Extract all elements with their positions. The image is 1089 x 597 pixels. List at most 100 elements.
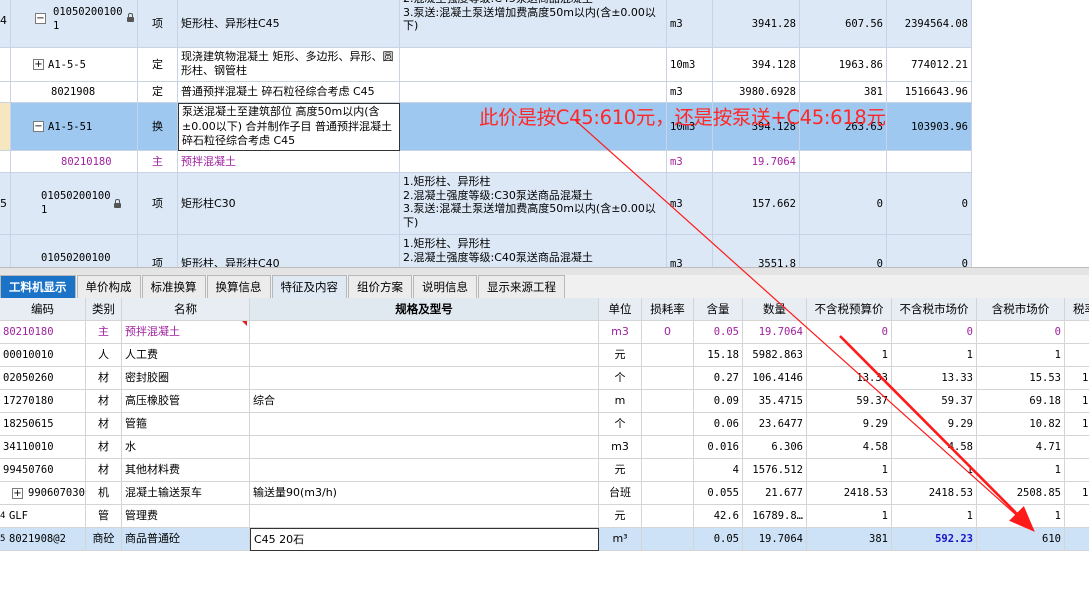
table-row[interactable]: 34110010材水m30.0166.3064.584.584.712. bbox=[0, 436, 1089, 459]
row-unit: m3 bbox=[667, 82, 713, 103]
lock-icon bbox=[127, 13, 134, 22]
cell-content: 0.05 bbox=[694, 321, 743, 344]
col-market-price[interactable]: 不含税市场价 bbox=[892, 298, 977, 321]
cell-p2: 9.29 bbox=[892, 413, 977, 436]
table-row[interactable]: 4 − 010502001001 项 矩形柱、异形柱C45 2.混凝土强度等级:… bbox=[0, 0, 972, 48]
cell-p3: 610 bbox=[977, 528, 1065, 551]
table-row[interactable]: 18250615材管箍个0.0623.64779.299.2910.8216. bbox=[0, 413, 1089, 436]
row-name: 矩形柱、异形柱C45 bbox=[178, 0, 400, 48]
col-content[interactable]: 含量 bbox=[694, 298, 743, 321]
cell-p3: 0 bbox=[977, 321, 1065, 344]
cell-cat: 材 bbox=[86, 367, 122, 390]
col-tax-rate[interactable]: 税率 bbox=[1065, 298, 1089, 321]
table-row[interactable]: 02050260 材密封胶圈个 0.27 106.4146 13.33 13.33 15.5… bbox=[0, 367, 1089, 390]
table-row[interactable]: 80210180主预拌混凝土m300.0519.70640002. bbox=[0, 321, 1089, 344]
tab-unit-price[interactable]: 单价构成 bbox=[76, 275, 141, 298]
col-unit[interactable]: 单位 bbox=[599, 298, 642, 321]
tab-materials[interactable]: 工料机显示 bbox=[0, 275, 76, 298]
col-qty[interactable]: 数量 bbox=[743, 298, 807, 321]
cell-name: 人工费 bbox=[122, 344, 250, 367]
cell-unit: 元 bbox=[599, 505, 642, 528]
row-type: 项 bbox=[138, 235, 178, 267]
cell-spec[interactable]: 输送量90(m3/h) bbox=[250, 482, 599, 505]
cell-p1: 9.29 bbox=[807, 413, 892, 436]
table-row[interactable]: 5 010502001001 项 矩形柱C30 1.矩形柱、异形柱 2.混凝土强… bbox=[0, 173, 972, 235]
cell-loss: 0 bbox=[642, 321, 694, 344]
cell-code: 8021908@2 bbox=[0, 528, 86, 551]
tab-standard-conversion[interactable]: 标准换算 bbox=[141, 275, 206, 298]
table-row[interactable]: GLF 管管理费元 42.6 16789.8… 1 1 1 4 bbox=[0, 505, 1089, 528]
row-code: 80210180 bbox=[61, 155, 112, 168]
cell-spec[interactable] bbox=[250, 436, 599, 459]
table-row[interactable]: 990607030 机混凝土输送泵车 输送量90(m3/h) 台班 0.055 21.67… bbox=[0, 482, 1089, 505]
cell-p2: 1 bbox=[892, 344, 977, 367]
collapse-icon[interactable]: − bbox=[35, 13, 46, 24]
row-total: 774012.21 bbox=[887, 48, 972, 82]
row-features: 2.混凝土强度等级:C45泵送商品混凝土 3.泵送:混凝土泵送增加费高度50m以… bbox=[400, 0, 667, 48]
col-budget-price[interactable]: 不含税预算价 bbox=[807, 298, 892, 321]
col-loss[interactable]: 损耗率 bbox=[642, 298, 694, 321]
col-spec[interactable]: 规格及型号 bbox=[250, 298, 599, 321]
row-features: 1.矩形柱、异形柱 2.混凝土强度等级:C40泵送商品混凝土 bbox=[400, 235, 667, 267]
cell-name: 其他材料费 bbox=[122, 459, 250, 482]
expand-icon[interactable]: + bbox=[12, 488, 23, 499]
cell-unit: 元 bbox=[599, 344, 642, 367]
tab-features[interactable]: 特征及内容 bbox=[271, 275, 347, 298]
table-row[interactable]: 8021908 定 普通预拌混凝土 碎石粒径综合考虑 C45 m3 3980.6… bbox=[0, 82, 972, 103]
row-unit: m3 bbox=[667, 151, 713, 173]
cell-spec[interactable] bbox=[250, 459, 599, 482]
col-category[interactable]: 类别 bbox=[86, 298, 122, 321]
cell-content: 0.055 bbox=[694, 482, 743, 505]
collapse-icon[interactable]: − bbox=[33, 121, 44, 132]
cell-cat: 主 bbox=[86, 321, 122, 344]
cell-code: 99450760 bbox=[0, 459, 86, 482]
cell-code: 02050260 bbox=[0, 367, 86, 390]
cell-code: 34110010 bbox=[0, 436, 86, 459]
table-row[interactable]: 80210180 主 预拌混凝土 m3 19.7064 bbox=[0, 151, 972, 173]
tab-pricing-plan[interactable]: 组价方案 bbox=[348, 275, 412, 298]
table-row[interactable]: 010502001002 项 矩形柱、异形柱C40 1.矩形柱、异形柱 2.混凝… bbox=[0, 235, 972, 267]
table-row[interactable]: + A1-5-5 定 现浇建筑物混凝土 矩形、多边形、异形、圆形柱、钢管柱 10… bbox=[0, 48, 972, 82]
row-name: 普通预拌混凝土 碎石粒径综合考虑 C45 bbox=[178, 82, 400, 103]
cell-spec[interactable]: 综合 bbox=[250, 390, 599, 413]
row-name: 矩形柱、异形柱C40 bbox=[178, 235, 400, 267]
cell-spec[interactable] bbox=[250, 413, 599, 436]
cell-spec[interactable]: C45 20石 bbox=[250, 528, 599, 551]
col-name[interactable]: 名称 bbox=[122, 298, 250, 321]
tab-source-project[interactable]: 显示来源工程 bbox=[478, 275, 565, 298]
row-seq bbox=[0, 103, 11, 151]
cell-code: 18250615 bbox=[0, 413, 86, 436]
cell-spec[interactable] bbox=[250, 321, 599, 344]
table-row[interactable]: 00010010 人人工费元 15.18 5982.863 1 1 1 bbox=[0, 344, 1089, 367]
tab-conversion-info[interactable]: 换算信息 bbox=[206, 275, 271, 298]
tab-bar: 工料机显示 单价构成 标准换算 换算信息 特征及内容 组价方案 说明信息 显示来… bbox=[0, 275, 1089, 298]
row-name-editor[interactable]: 泵送混凝土至建筑部位 高度50m以内(含±0.00以下) 合并制作子目 普通预拌… bbox=[178, 103, 400, 151]
table-row[interactable]: 8021908@2 商砼 商品普通砼 C45 20石 m³ 0.05 19.7064 381 5… bbox=[0, 528, 1089, 551]
col-code[interactable]: 编码 bbox=[0, 298, 86, 321]
row-code: 8021908 bbox=[51, 86, 96, 98]
table-row[interactable]: 99450760 材其他材料费元 4 1576.512 1 1 1 bbox=[0, 459, 1089, 482]
cell-unit: 元 bbox=[599, 459, 642, 482]
expand-icon[interactable]: + bbox=[33, 59, 44, 70]
cell-p1: 1 bbox=[807, 459, 892, 482]
cell-qty: 19.7064 bbox=[743, 321, 807, 344]
cell-tax bbox=[1065, 528, 1089, 551]
cell-name: 管理费 bbox=[122, 505, 250, 528]
cell-spec[interactable] bbox=[250, 367, 599, 390]
row-type: 定 bbox=[138, 48, 178, 82]
cell-p3: 1 bbox=[977, 344, 1065, 367]
row-code-cell: 8021908 bbox=[11, 82, 138, 103]
row-qty: 3941.28 bbox=[713, 0, 800, 48]
cell-spec[interactable] bbox=[250, 344, 599, 367]
cell-p1: 0 bbox=[807, 321, 892, 344]
col-tax-market-price[interactable]: 含税市场价 bbox=[977, 298, 1065, 321]
cell-spec[interactable] bbox=[250, 505, 599, 528]
cell-code: 00010010 bbox=[0, 344, 86, 367]
splitter[interactable] bbox=[0, 267, 1089, 275]
cell-unit: 个 bbox=[599, 413, 642, 436]
tab-description[interactable]: 说明信息 bbox=[413, 275, 477, 298]
cell-name: 预拌混凝土 bbox=[122, 321, 250, 344]
row-code-cell: 80210180 bbox=[11, 151, 138, 173]
cell-tax bbox=[1065, 344, 1089, 367]
table-row[interactable]: 17270180 材高压橡胶管 综合 m 0.09 35.4715 59.37 59.37 69… bbox=[0, 390, 1089, 413]
